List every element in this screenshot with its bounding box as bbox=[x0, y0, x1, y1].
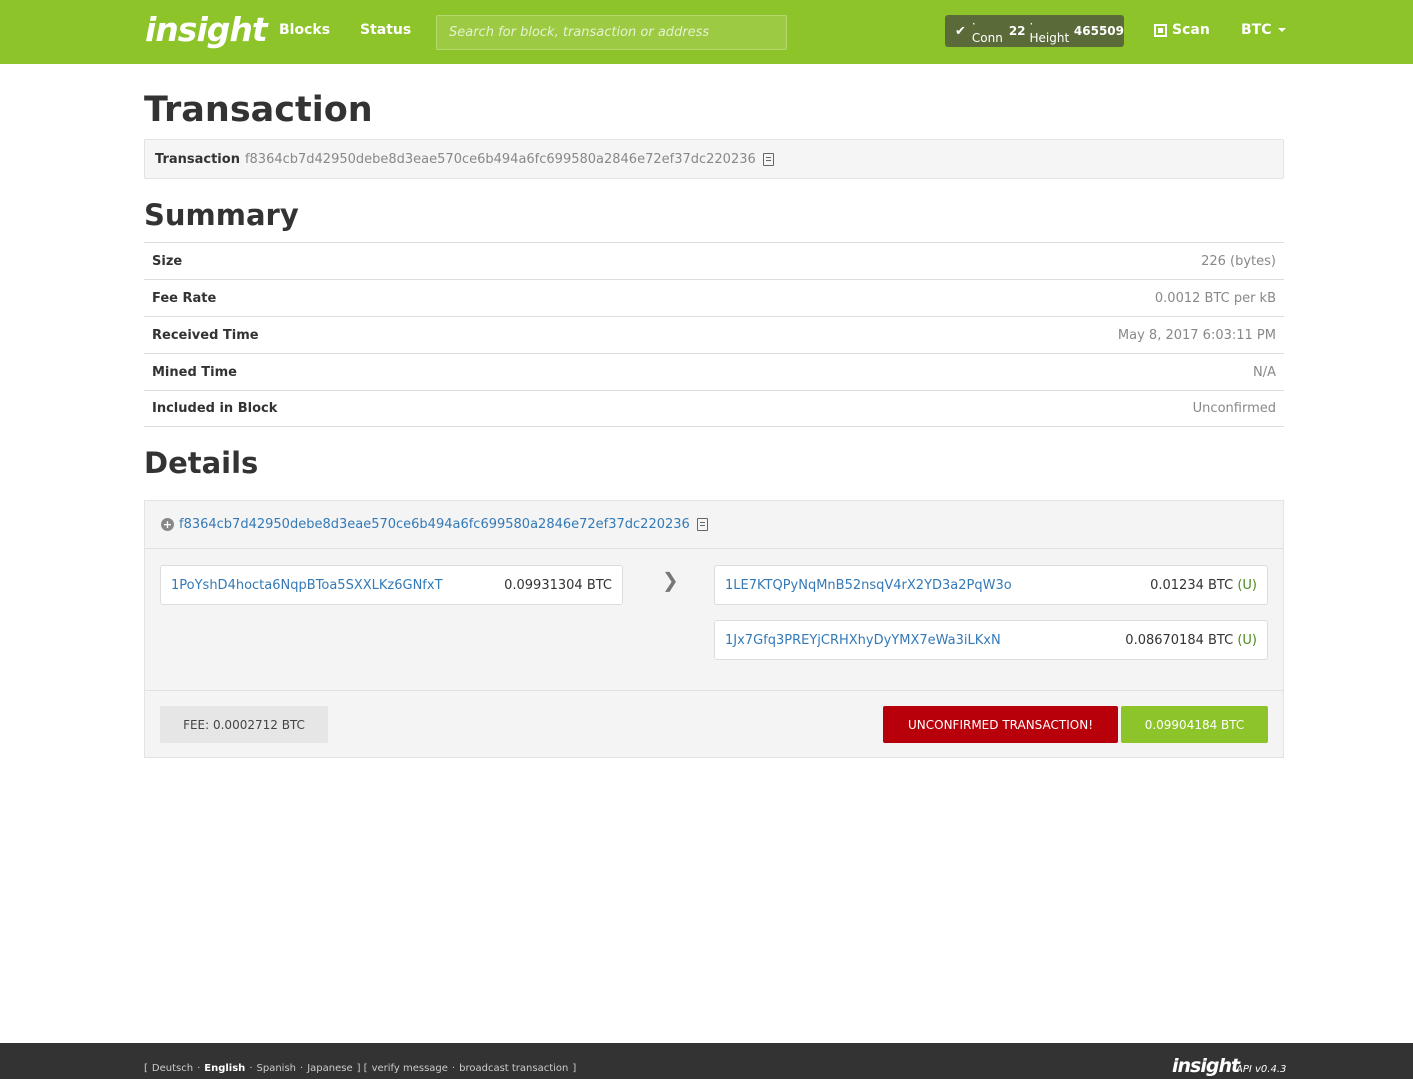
navbar: insight Blocks Status ✔ · Conn 22 · Heig… bbox=[0, 0, 1413, 64]
summary-key: Received Time bbox=[152, 327, 259, 343]
caret-down-icon bbox=[1277, 28, 1286, 32]
lang-english[interactable]: English bbox=[204, 1063, 245, 1074]
bracket-separator: ] [ bbox=[356, 1063, 368, 1074]
output-card: 1Jx7Gfq3PREYjCRHXhyDyYMX7eWa3iLKxN 0.086… bbox=[714, 620, 1268, 660]
output-amount-group: 0.08670184 BTC (U) bbox=[1125, 633, 1257, 648]
separator: · bbox=[451, 1063, 456, 1074]
summary-value: Unconfirmed bbox=[1192, 401, 1276, 416]
copy-icon[interactable] bbox=[762, 152, 774, 166]
txid-box: Transaction f8364cb7d42950debe8d3eae570c… bbox=[144, 139, 1284, 179]
currency-dropdown[interactable]: BTC bbox=[1241, 22, 1286, 38]
page-title: Transaction bbox=[144, 90, 373, 130]
copy-icon[interactable] bbox=[696, 518, 708, 531]
chevron-right-icon: ❯ bbox=[662, 568, 679, 592]
height-value: 465509 bbox=[1073, 24, 1124, 38]
txid-label: Transaction bbox=[155, 151, 240, 167]
summary-table: Size 226 (bytes) Fee Rate 0.0012 BTC per… bbox=[144, 242, 1284, 427]
footer-logo: insight bbox=[1172, 1055, 1240, 1077]
unspent-flag: (U) bbox=[1237, 577, 1257, 593]
scan-button[interactable]: Scan bbox=[1154, 22, 1210, 38]
output-address-link[interactable]: 1LE7KTQPyNqMnB52nsqV4rX2YD3a2PqW3o bbox=[725, 578, 1012, 593]
details-heading: Details bbox=[144, 446, 259, 480]
unspent-flag: (U) bbox=[1237, 632, 1257, 648]
separator: · bbox=[197, 1063, 201, 1074]
summary-value: May 8, 2017 6:03:11 PM bbox=[1117, 327, 1276, 343]
lang-japanese[interactable]: Japanese bbox=[307, 1063, 352, 1074]
total-amount-button[interactable]: 0.09904184 BTC bbox=[1121, 706, 1268, 743]
separator: · bbox=[249, 1063, 253, 1074]
conn-label: · Conn bbox=[971, 17, 1003, 45]
summary-row-fee-rate: Fee Rate 0.0012 BTC per kB bbox=[144, 279, 1284, 316]
summary-row-included-in-block: Included in Block Unconfirmed bbox=[144, 390, 1284, 427]
footer: [ Deutsch · English · Spanish · Japanese… bbox=[0, 1043, 1413, 1079]
bracket-close: ] bbox=[572, 1063, 577, 1074]
nav-status-link[interactable]: Status bbox=[360, 22, 411, 38]
summary-key: Mined Time bbox=[152, 364, 237, 380]
conn-count: 22 bbox=[1008, 24, 1026, 38]
summary-value: 226 (bytes) bbox=[1201, 253, 1276, 269]
footer-links: [ Deutsch · English · Spanish · Japanese… bbox=[144, 1063, 576, 1074]
qrcode-icon bbox=[1154, 23, 1167, 37]
summary-heading: Summary bbox=[144, 198, 299, 232]
input-card: 1PoYshD4hocta6NqpBToa5SXXLKz6GNfxT 0.099… bbox=[160, 565, 623, 605]
currency-label: BTC bbox=[1241, 22, 1272, 38]
summary-row-received-time: Received Time May 8, 2017 6:03:11 PM bbox=[144, 316, 1284, 353]
output-address-link[interactable]: 1Jx7Gfq3PREYjCRHXhyDyYMX7eWa3iLKxN bbox=[725, 633, 1001, 648]
bracket-open: [ bbox=[144, 1063, 148, 1074]
summary-key: Fee Rate bbox=[152, 290, 217, 306]
lang-spanish[interactable]: Spanish bbox=[257, 1063, 297, 1074]
input-amount: 0.09931304 BTC bbox=[504, 577, 612, 593]
unconfirmed-transaction-button[interactable]: UNCONFIRMED TRANSACTION! bbox=[883, 706, 1118, 743]
panel-divider bbox=[145, 690, 1283, 691]
output-amount: 0.01234 BTC bbox=[1150, 577, 1234, 593]
connection-status-badge[interactable]: ✔ · Conn 22 · Height 465509 bbox=[945, 15, 1124, 47]
summary-key: Included in Block bbox=[152, 401, 278, 416]
input-address-link[interactable]: 1PoYshD4hocta6NqpBToa5SXXLKz6GNfxT bbox=[171, 578, 443, 593]
details-panel: + f8364cb7d42950debe8d3eae570ce6b494a6fc… bbox=[144, 500, 1284, 758]
txid-value[interactable]: f8364cb7d42950debe8d3eae570ce6b494a6fc69… bbox=[245, 152, 756, 167]
output-card: 1LE7KTQPyNqMnB52nsqV4rX2YD3a2PqW3o 0.012… bbox=[714, 565, 1268, 605]
summary-value: 0.0012 BTC per kB bbox=[1154, 290, 1276, 306]
details-panel-header: + f8364cb7d42950debe8d3eae570ce6b494a6fc… bbox=[145, 501, 1283, 549]
api-version: API v0.4.3 bbox=[1236, 1064, 1287, 1075]
lang-deutsch[interactable]: Deutsch bbox=[152, 1063, 193, 1074]
summary-row-mined-time: Mined Time N/A bbox=[144, 353, 1284, 390]
nav-blocks-link[interactable]: Blocks bbox=[279, 22, 330, 38]
search-input[interactable] bbox=[436, 15, 787, 50]
separator: · bbox=[300, 1063, 304, 1074]
scan-label: Scan bbox=[1172, 22, 1210, 38]
expand-plus-icon[interactable]: + bbox=[161, 518, 174, 531]
height-label: · Height bbox=[1029, 17, 1070, 45]
output-amount: 0.08670184 BTC bbox=[1125, 632, 1234, 648]
summary-row-size: Size 226 (bytes) bbox=[144, 242, 1284, 279]
summary-key: Size bbox=[152, 253, 183, 269]
details-txid-link[interactable]: f8364cb7d42950debe8d3eae570ce6b494a6fc69… bbox=[179, 517, 690, 532]
fee-badge: FEE: 0.0002712 BTC bbox=[160, 706, 328, 743]
verify-message-link[interactable]: verify message bbox=[372, 1063, 448, 1074]
check-icon: ✔ bbox=[955, 23, 966, 39]
broadcast-transaction-link[interactable]: broadcast transaction bbox=[459, 1063, 568, 1074]
summary-value: N/A bbox=[1253, 364, 1276, 380]
output-amount-group: 0.01234 BTC (U) bbox=[1150, 578, 1257, 593]
insight-logo[interactable]: insight bbox=[145, 10, 268, 49]
